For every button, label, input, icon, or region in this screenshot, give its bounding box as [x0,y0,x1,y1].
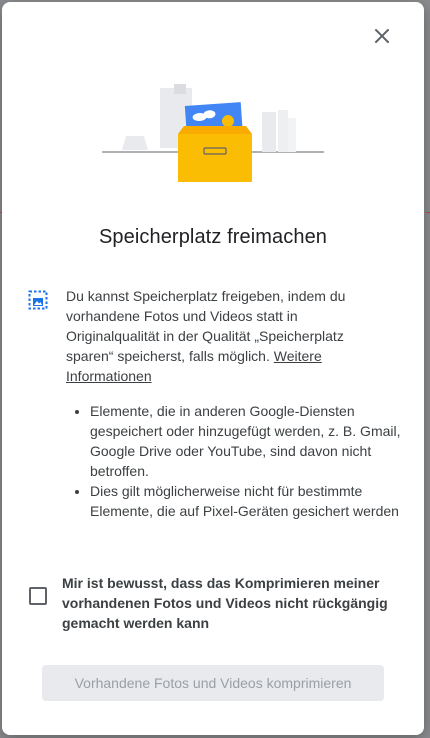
backdrop-divider [426,212,430,213]
photo-compress-icon [28,290,48,310]
list-item: Dies gilt möglicherweise nicht für besti… [90,481,420,521]
acknowledge-checkbox[interactable] [29,587,47,605]
dialog-title: Speicherplatz freimachen [98,226,328,248]
free-up-space-dialog: Speicherplatz freimachen Du kannst Speic… [2,2,424,735]
close-icon [375,29,389,43]
close-button[interactable] [366,20,398,52]
info-text: Du kannst Speicherplatz freigeben, indem… [66,286,366,386]
notes-list: Elemente, die in anderen Google-Diensten… [66,401,420,521]
acknowledge-label[interactable]: Mir ist bewusst, dass das Komprimieren m… [62,573,392,633]
list-item: Elemente, die in anderen Google-Diensten… [90,401,420,481]
compress-button[interactable]: Vorhandene Fotos und Videos komprimieren [42,665,384,701]
storage-box-illustration [102,84,324,182]
